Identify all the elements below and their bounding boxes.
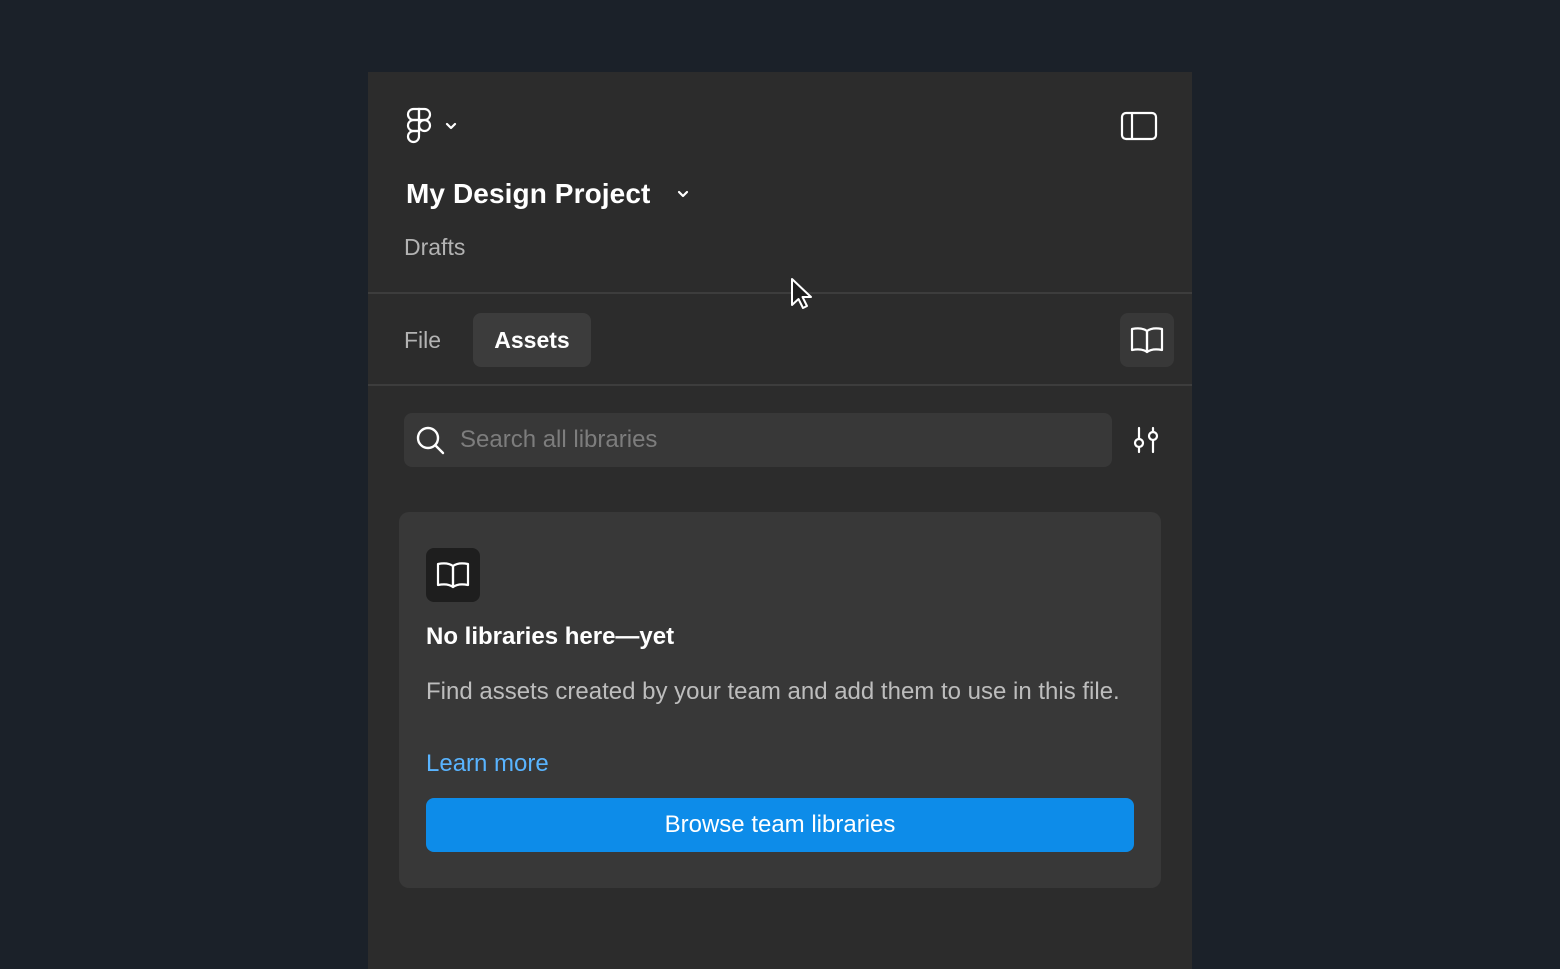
sidebar-toggle-button[interactable] [1120, 110, 1158, 142]
sliders-icon [1133, 426, 1159, 454]
tab-assets[interactable]: Assets [473, 313, 591, 367]
sidebar-panel-icon [1120, 111, 1158, 141]
figma-logo-icon [406, 107, 432, 144]
project-location[interactable]: Drafts [404, 234, 465, 261]
chevron-down-icon [445, 122, 457, 130]
empty-libraries-card: No libraries here—yet Find assets create… [399, 512, 1161, 888]
assets-panel: My Design Project Drafts File Assets Sea… [368, 72, 1192, 969]
search-field[interactable] [404, 413, 1112, 467]
project-title-menu[interactable]: My Design Project [406, 178, 690, 210]
panel-tabs: File Assets [368, 294, 1192, 386]
main-menu-button[interactable] [404, 106, 458, 146]
book-open-icon [1130, 327, 1164, 354]
library-badge [426, 548, 480, 602]
chevron-down-icon [678, 190, 689, 198]
empty-state-title: No libraries here—yet [426, 623, 675, 650]
project-title: My Design Project [406, 178, 651, 209]
libraries-button[interactable] [1120, 313, 1174, 367]
filter-button[interactable] [1124, 422, 1168, 458]
search-input[interactable] [458, 425, 1112, 455]
panel-header: My Design Project Drafts [368, 72, 1192, 294]
learn-more-link[interactable]: Learn more [426, 746, 549, 782]
empty-state-description: Find assets created by your team and add… [426, 678, 1120, 705]
browse-team-libraries-button[interactable]: Browse team libraries [426, 798, 1134, 852]
book-open-icon [436, 562, 470, 589]
tab-file[interactable]: File [392, 313, 453, 367]
search-icon [416, 426, 445, 455]
